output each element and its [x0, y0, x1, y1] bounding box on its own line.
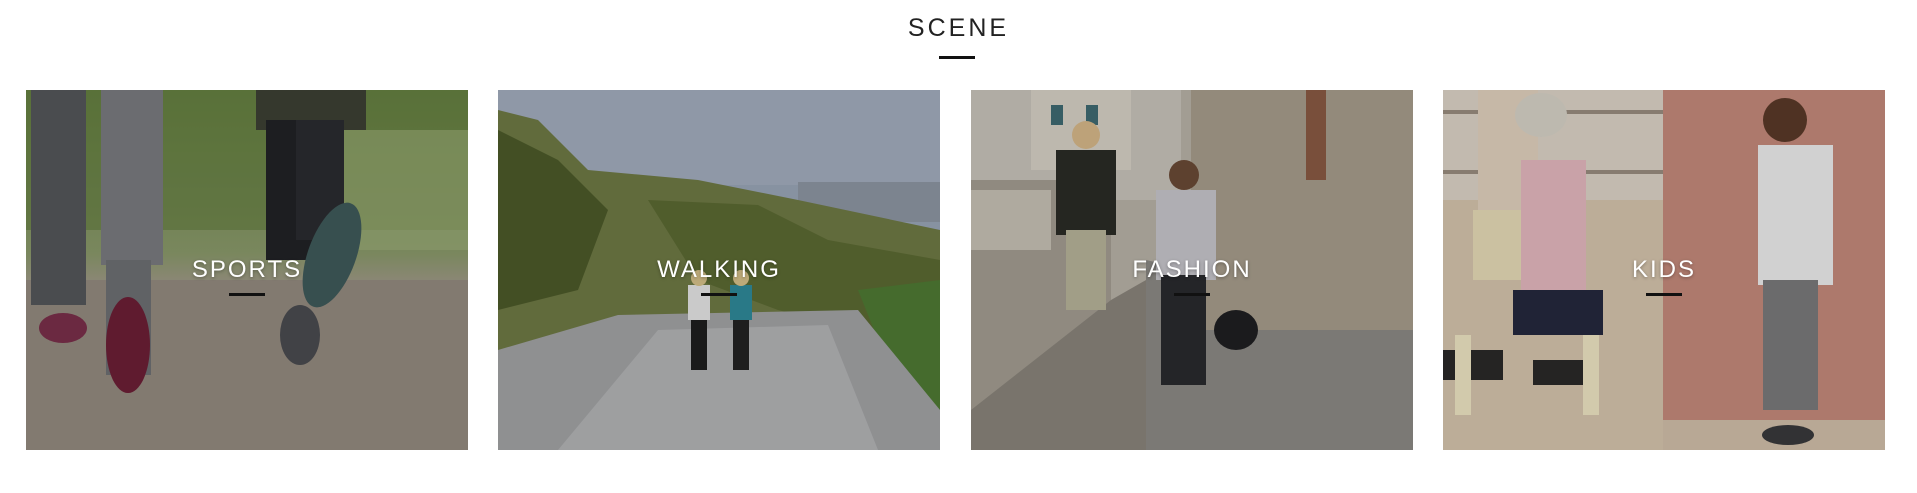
card-underline-walking: [701, 293, 737, 296]
section-title: SCENE: [907, 14, 1010, 42]
card-label-fashion: FASHION: [1132, 256, 1252, 283]
scene-card-kids[interactable]: KIDS: [1443, 90, 1885, 450]
card-underline-fashion: [1174, 293, 1210, 296]
scene-card-fashion[interactable]: FASHION: [971, 90, 1413, 450]
scene-card-sports[interactable]: SPORTS: [26, 90, 468, 450]
card-label-sports: SPORTS: [191, 256, 303, 283]
scene-card-walking[interactable]: WALKING: [498, 90, 940, 450]
card-underline-sports: [229, 293, 265, 296]
card-label-walking: WALKING: [657, 256, 781, 283]
section-title-underline: [939, 56, 975, 59]
card-label-kids: KIDS: [1631, 256, 1696, 283]
card-underline-kids: [1646, 293, 1682, 296]
scene-section: SCENE SPORTS WALKING FASHION KIDS: [0, 0, 1917, 493]
